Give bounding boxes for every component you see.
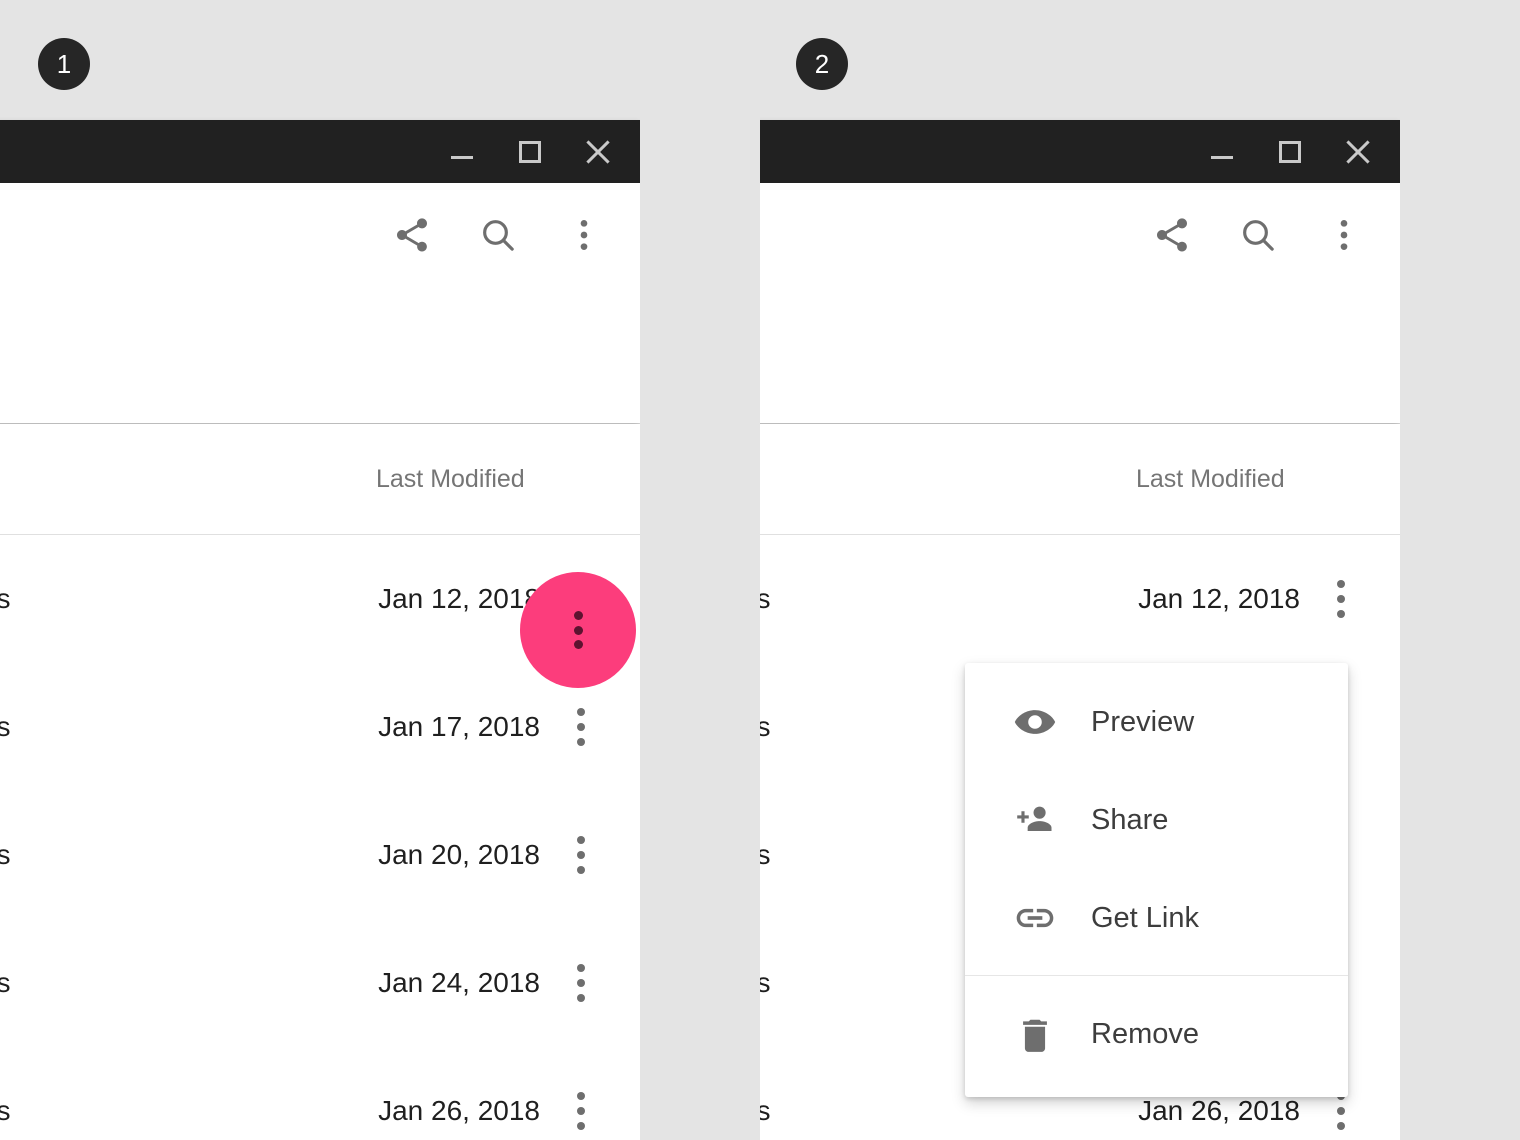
maximize-icon xyxy=(519,140,541,163)
step-badge-1: 1 xyxy=(38,38,90,90)
menu-item-label: Get Link xyxy=(1091,901,1199,934)
row-name: dams xyxy=(760,967,771,998)
window-controls xyxy=(444,120,616,183)
app-toolbar xyxy=(760,183,1400,423)
row-name: dams xyxy=(0,711,11,742)
share-icon xyxy=(397,218,427,252)
menu-item-remove[interactable]: Remove xyxy=(965,975,1348,1085)
row-date: Jan 12, 2018 xyxy=(1138,583,1300,614)
column-header-last-modified: Last Modified xyxy=(376,465,525,493)
person-add-icon xyxy=(1007,798,1063,842)
table-row[interactable]: dams Jan 24, 2018 xyxy=(0,919,640,1047)
file-list: Last Modified dams Jan 12, 2018 dams Jan… xyxy=(0,424,640,1140)
menu-item-preview[interactable]: Preview xyxy=(965,673,1348,771)
row-name: dams xyxy=(0,583,11,614)
table-row[interactable]: dams Jan 26, 2018 xyxy=(0,1047,640,1140)
toolbar-actions xyxy=(1150,213,1366,257)
column-header-last-modified: Last Modified xyxy=(1136,465,1285,493)
minimize-button[interactable] xyxy=(444,134,480,170)
step-badge-2: 2 xyxy=(796,38,848,90)
list-header-row: Last Modified xyxy=(0,424,640,535)
row-overflow-menu-icon[interactable] xyxy=(564,836,598,874)
close-icon xyxy=(585,139,611,165)
row-overflow-menu-icon[interactable] xyxy=(1324,1092,1358,1130)
menu-item-label: Preview xyxy=(1091,705,1195,738)
link-icon xyxy=(1007,896,1063,940)
row-overflow-menu-icon[interactable] xyxy=(564,1092,598,1130)
row-name: dams xyxy=(0,839,11,870)
close-button[interactable] xyxy=(1340,134,1376,170)
app-window xyxy=(760,120,1400,423)
row-name: dams xyxy=(0,1095,11,1126)
share-button[interactable] xyxy=(390,213,434,257)
trash-icon xyxy=(1007,1013,1063,1057)
table-row[interactable]: dams Jan 20, 2018 xyxy=(0,791,640,919)
maximize-icon xyxy=(1279,140,1301,163)
menu-item-label: Remove xyxy=(1091,1018,1199,1050)
row-date: Jan 20, 2018 xyxy=(378,839,540,870)
row-name: dams xyxy=(760,1095,771,1126)
row-overflow-menu-icon[interactable] xyxy=(564,964,598,1002)
row-overflow-menu-icon[interactable] xyxy=(1324,580,1358,618)
eye-icon xyxy=(1007,700,1063,744)
window-titlebar xyxy=(0,120,640,183)
row-date: Jan 12, 2018 xyxy=(378,583,540,614)
overflow-menu-icon xyxy=(1340,220,1348,250)
close-icon xyxy=(1345,139,1371,165)
search-icon xyxy=(483,220,514,251)
maximize-button[interactable] xyxy=(1272,134,1308,170)
screenshot-stage: Last Modified dams Jan 12, 2018 dams Jan… xyxy=(0,0,1520,1140)
app-toolbar xyxy=(0,183,640,423)
row-date: Jan 17, 2018 xyxy=(378,711,540,742)
row-name: dams xyxy=(760,583,771,614)
row-overflow-menu-icon[interactable] xyxy=(564,708,598,746)
list-header-row: Last Modified xyxy=(760,424,1400,535)
table-row[interactable]: dams Jan 17, 2018 xyxy=(0,663,640,791)
minimize-icon xyxy=(1211,156,1233,159)
tap-indicator xyxy=(520,572,636,688)
tap-overflow-menu-icon xyxy=(573,611,583,649)
window-titlebar xyxy=(760,120,1400,183)
share-button[interactable] xyxy=(1150,213,1194,257)
row-name: dams xyxy=(760,839,771,870)
context-menu: Preview Share Get Link Remove xyxy=(965,663,1348,1097)
minimize-button[interactable] xyxy=(1204,134,1240,170)
overflow-menu-button[interactable] xyxy=(1322,213,1366,257)
search-button[interactable] xyxy=(476,213,520,257)
row-date: Jan 26, 2018 xyxy=(378,1095,540,1126)
close-button[interactable] xyxy=(580,134,616,170)
menu-item-get-link[interactable]: Get Link xyxy=(965,869,1348,967)
search-button[interactable] xyxy=(1236,213,1280,257)
minimize-icon xyxy=(451,156,473,159)
overflow-menu-button[interactable] xyxy=(562,213,606,257)
row-name: dams xyxy=(760,711,771,742)
row-name: dams xyxy=(0,967,11,998)
window-controls xyxy=(1204,120,1376,183)
table-row[interactable]: dams Jan 12, 2018 xyxy=(760,535,1400,663)
app-window xyxy=(0,120,640,423)
row-date: Jan 24, 2018 xyxy=(378,967,540,998)
search-icon xyxy=(1243,220,1274,251)
menu-item-share[interactable]: Share xyxy=(965,771,1348,869)
toolbar-actions xyxy=(390,213,606,257)
menu-item-label: Share xyxy=(1091,803,1169,836)
overflow-menu-icon xyxy=(580,220,588,250)
maximize-button[interactable] xyxy=(512,134,548,170)
panel-step-1: Last Modified dams Jan 12, 2018 dams Jan… xyxy=(0,0,640,1140)
share-icon xyxy=(1157,218,1187,252)
